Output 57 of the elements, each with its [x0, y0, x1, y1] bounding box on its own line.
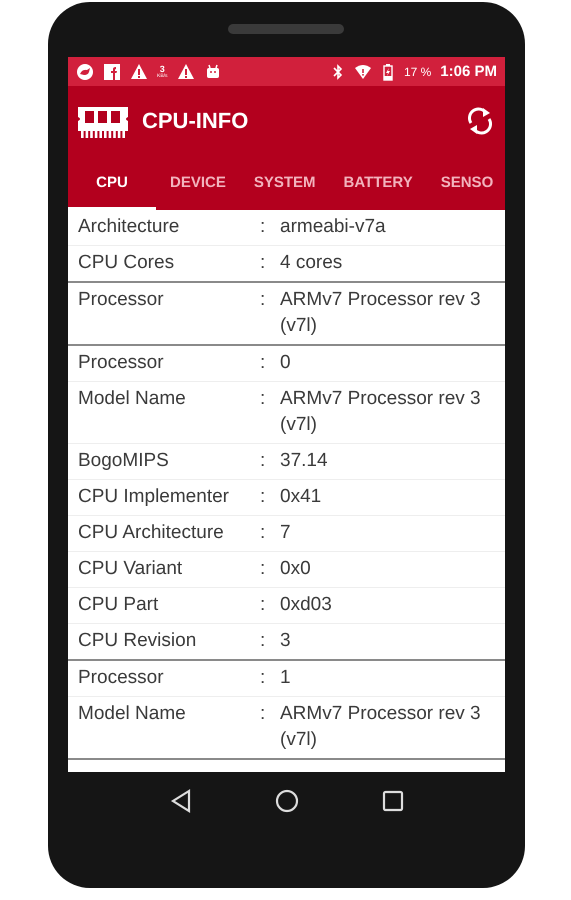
field-value: 0 [280, 351, 292, 375]
field-value: 37.14 [280, 449, 329, 473]
field-label: CPU Implementer [78, 485, 230, 509]
tab[interactable]: SYSTEM [240, 155, 330, 210]
field-label: CPU Architecture [78, 521, 225, 545]
recents-icon[interactable] [382, 790, 404, 812]
back-icon[interactable] [170, 789, 192, 813]
field-label: Model Name [78, 702, 187, 726]
tab[interactable]: CPU [68, 155, 156, 210]
separator-colon: : [260, 351, 266, 375]
field-value: 7 [280, 521, 292, 545]
refresh-icon[interactable] [465, 106, 495, 136]
field-label: Architecture [78, 215, 180, 239]
separator-colon: : [260, 251, 266, 275]
separator-colon: : [260, 629, 266, 653]
tab[interactable]: SENSO [426, 155, 505, 210]
tab[interactable]: BATTERY [330, 155, 427, 210]
wifi-icon [354, 62, 372, 80]
field-label: Processor [78, 666, 165, 690]
field-value: ARMv7 Processor rev 3 (v7l) [280, 288, 481, 338]
separator-colon: : [260, 485, 266, 509]
speed-value: 3 [160, 64, 165, 74]
warning-icon [130, 62, 148, 80]
field-value: 4 cores [280, 251, 344, 275]
field-value: 3 [280, 629, 292, 653]
field-label: CPU Cores [78, 251, 176, 275]
field-value: 1 [280, 666, 292, 690]
separator-colon: : [260, 449, 266, 473]
field-value: ARMv7 Processor rev 3 (v7l) [280, 702, 481, 752]
separator-colon: : [260, 288, 266, 312]
field-value: 0xd03 [280, 593, 333, 617]
field-label: CPU Part [78, 593, 160, 617]
separator-colon: : [260, 215, 266, 239]
separator-colon: : [260, 666, 266, 690]
battery-percent: 17 % [404, 64, 432, 78]
field-value: 0x41 [280, 485, 322, 509]
field-value: ARMv7 Processor rev 3 (v7l) [280, 387, 481, 437]
separator-colon: : [260, 593, 266, 617]
facebook-icon [103, 62, 121, 80]
field-value: 0x0 [280, 557, 312, 581]
app-title: CPU-INFO [142, 108, 250, 134]
field-label: Processor [78, 288, 165, 312]
home-icon[interactable] [274, 789, 298, 813]
field-value: armeabi-v7a [280, 215, 387, 239]
field-label: Processor [78, 351, 165, 375]
field-label: BogoMIPS [78, 449, 170, 473]
field-label: CPU Revision [78, 629, 198, 653]
status-time: 1:06 PM [440, 63, 497, 80]
warning-icon [176, 62, 195, 80]
separator-colon: : [260, 557, 266, 581]
field-label: Model Name [78, 387, 187, 411]
tab[interactable]: DEVICE [156, 155, 240, 210]
battery-icon [380, 62, 395, 80]
field-label: CPU Variant [78, 557, 184, 581]
separator-colon: : [260, 387, 266, 411]
separator-colon: : [260, 521, 266, 545]
separator-colon: : [260, 702, 266, 726]
